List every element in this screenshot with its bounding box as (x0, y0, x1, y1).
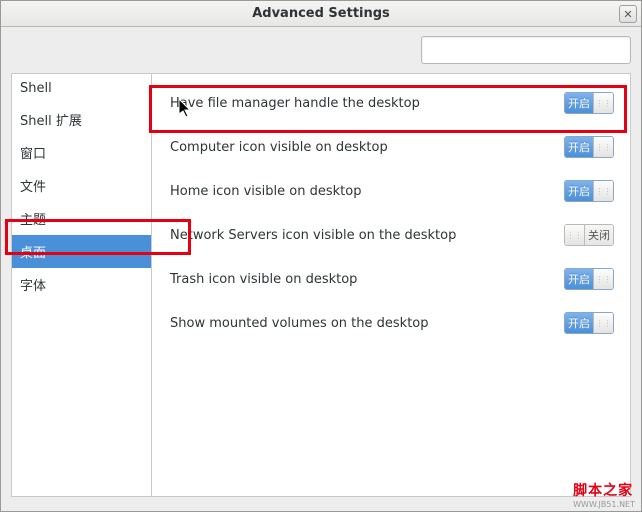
setting-label: Trash icon visible on desktop (170, 272, 357, 287)
switch-knob: ⋮⋮ (565, 225, 585, 245)
switch-on-label: 开启 (565, 269, 593, 289)
search-input[interactable] (421, 36, 631, 64)
sidebar-item-4[interactable]: 主题 (12, 202, 151, 235)
switch-on-label: 开启 (565, 137, 593, 157)
toggle-switch[interactable]: ⋮⋮关闭 (564, 224, 614, 246)
setting-row-1: Computer icon visible on desktop 开启⋮⋮ (170, 136, 614, 158)
watermark-url: WWW.JB51.NET (573, 500, 635, 509)
switch-off-label: 关闭 (585, 225, 613, 245)
setting-row-2: Home icon visible on desktop 开启⋮⋮ (170, 180, 614, 202)
toggle-switch[interactable]: 开启⋮⋮ (564, 268, 614, 290)
watermark: 脚本之家 WWW.JB51.NET (573, 480, 635, 509)
switch-knob: ⋮⋮ (593, 313, 613, 333)
sidebar: ShellShell 扩展窗口文件主题桌面字体 (11, 73, 151, 497)
setting-label: Show mounted volumes on the desktop (170, 316, 429, 331)
setting-row-3: Network Servers icon visible on the desk… (170, 224, 614, 246)
switch-knob: ⋮⋮ (593, 93, 613, 113)
sidebar-item-6[interactable]: 字体 (12, 268, 151, 301)
close-icon: ✕ (623, 8, 632, 21)
setting-label: Have file manager handle the desktop (170, 96, 420, 111)
toggle-switch[interactable]: 开启⋮⋮ (564, 180, 614, 202)
setting-row-0: Have file manager handle the desktop 开启⋮⋮ (170, 92, 614, 114)
switch-on-label: 开启 (565, 181, 593, 201)
switch-knob: ⋮⋮ (593, 269, 613, 289)
toggle-switch[interactable]: 开启⋮⋮ (564, 312, 614, 334)
setting-row-5: Show mounted volumes on the desktop 开启⋮⋮ (170, 312, 614, 334)
sidebar-item-3[interactable]: 文件 (12, 169, 151, 202)
sidebar-item-2[interactable]: 窗口 (12, 136, 151, 169)
content-body: ShellShell 扩展窗口文件主题桌面字体 Have file manage… (11, 73, 631, 497)
sidebar-item-1[interactable]: Shell 扩展 (12, 103, 151, 136)
sidebar-item-5[interactable]: 桌面 (12, 235, 151, 268)
switch-on-label: 开启 (565, 93, 593, 113)
watermark-text: 脚本之家 (573, 483, 633, 499)
setting-row-4: Trash icon visible on desktop 开启⋮⋮ (170, 268, 614, 290)
toggle-switch[interactable]: 开启⋮⋮ (564, 92, 614, 114)
setting-label: Computer icon visible on desktop (170, 140, 388, 155)
toolbar (1, 27, 641, 73)
switch-knob: ⋮⋮ (593, 181, 613, 201)
switch-knob: ⋮⋮ (593, 137, 613, 157)
toggle-switch[interactable]: 开启⋮⋮ (564, 136, 614, 158)
setting-label: Network Servers icon visible on the desk… (170, 228, 456, 243)
window: Advanced Settings ✕ ShellShell 扩展窗口文件主题桌… (0, 0, 642, 512)
window-title: Advanced Settings (252, 6, 390, 21)
switch-on-label: 开启 (565, 313, 593, 333)
close-button[interactable]: ✕ (619, 5, 637, 23)
titlebar: Advanced Settings ✕ (1, 1, 641, 27)
sidebar-item-0[interactable]: Shell (12, 74, 151, 103)
settings-panel: Have file manager handle the desktop开启⋮⋮… (151, 73, 631, 497)
setting-label: Home icon visible on desktop (170, 184, 361, 199)
